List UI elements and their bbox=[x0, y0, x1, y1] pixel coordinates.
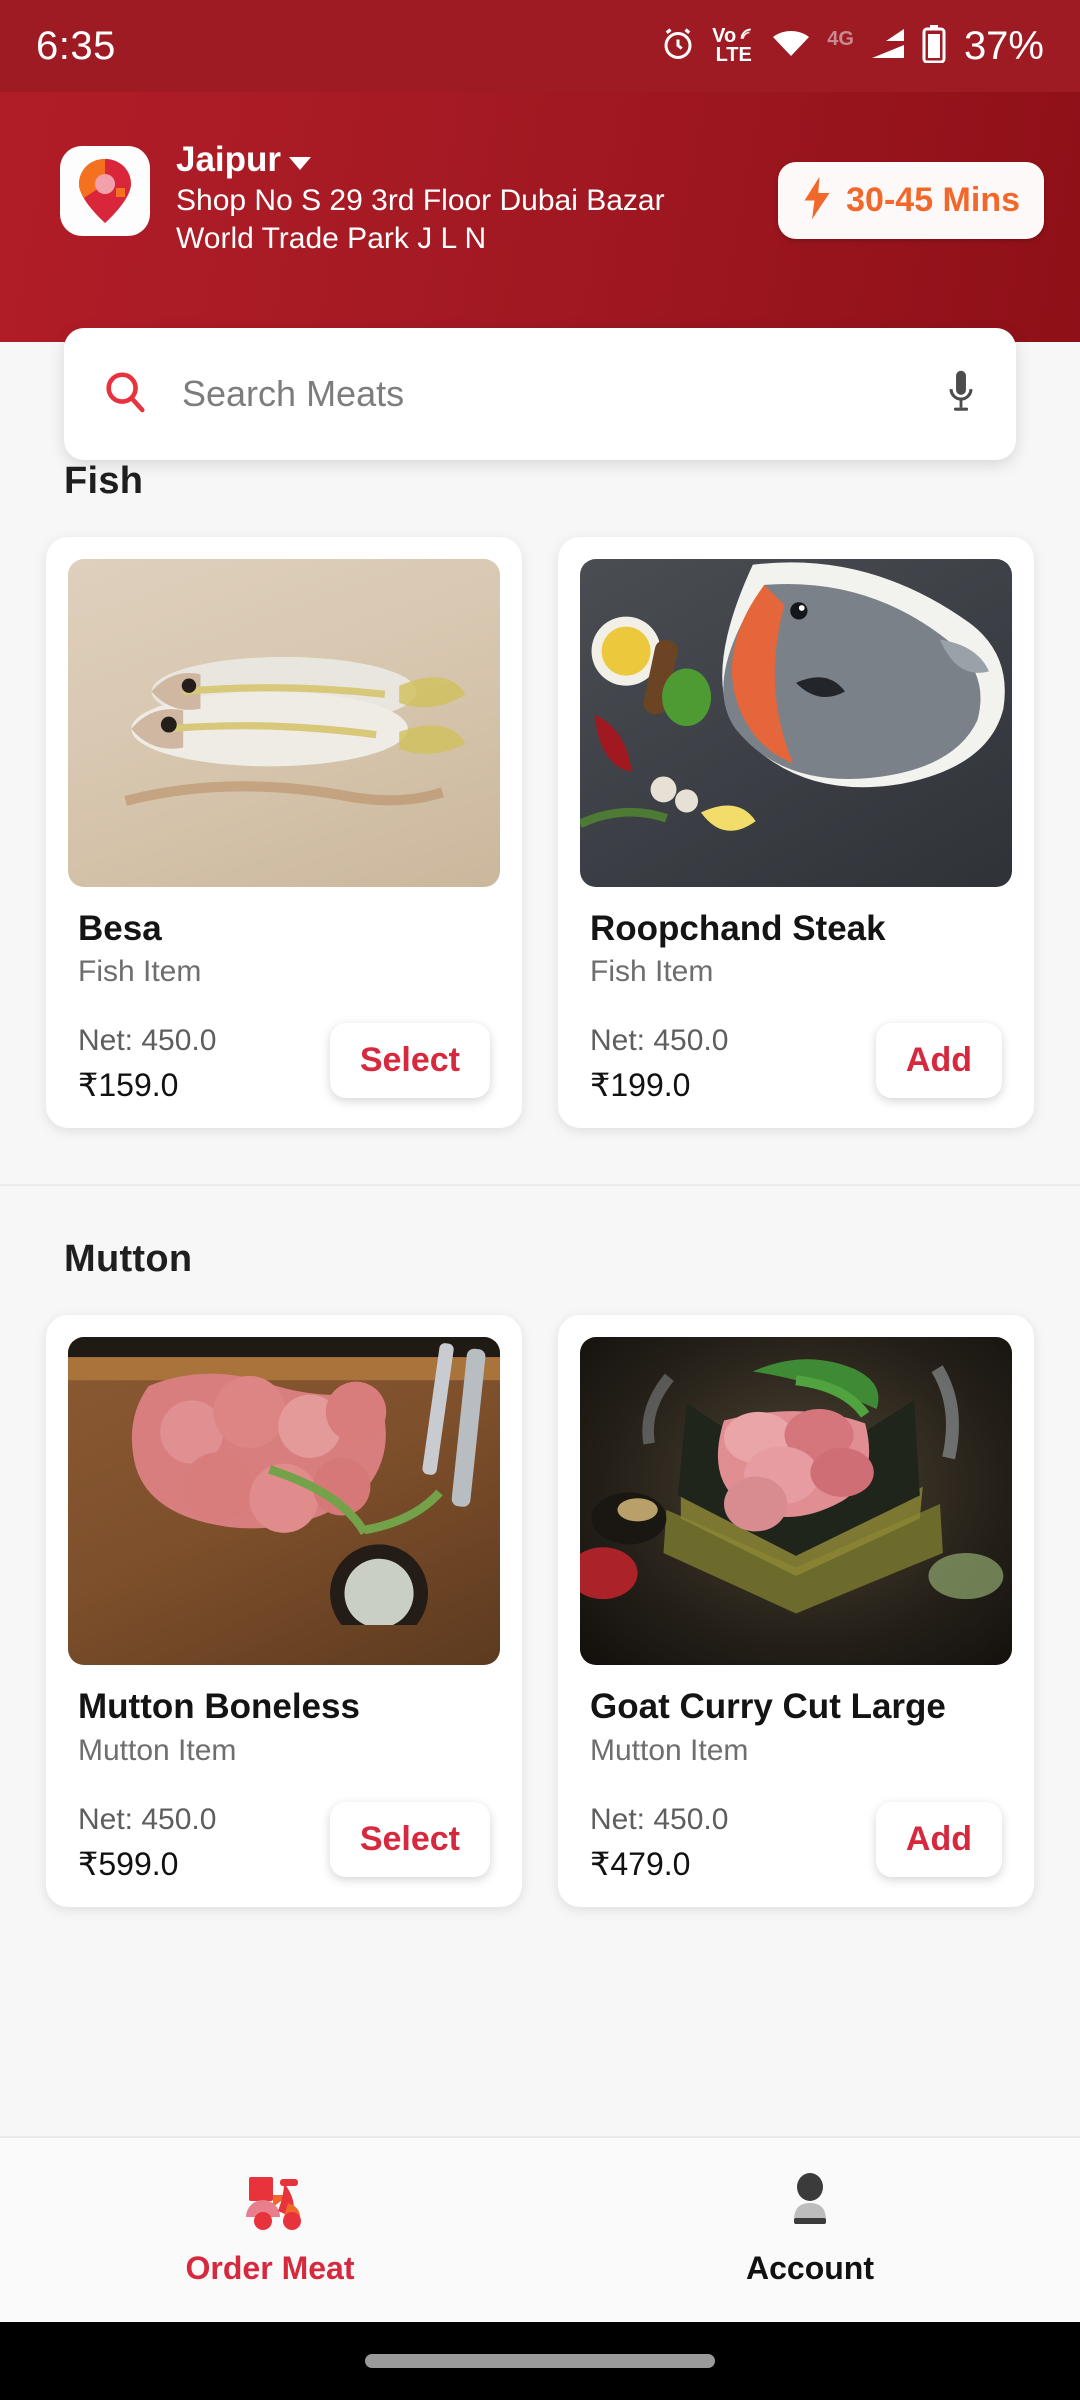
product-card[interactable]: Roopchand Steak Fish Item Net: 450.0 ₹19… bbox=[558, 537, 1034, 1129]
alarm-icon bbox=[660, 26, 696, 67]
lightning-bolt-icon bbox=[802, 176, 832, 225]
system-gesture-bar bbox=[0, 2322, 1080, 2400]
product-category: Fish Item bbox=[590, 955, 714, 989]
product-card[interactable]: Besa Fish Item Net: 450.0 ₹159.0 Select bbox=[46, 537, 522, 1129]
location-address: Shop No S 29 3rd Floor Dubai Bazar World… bbox=[176, 184, 665, 255]
battery-percent-label: 37% bbox=[963, 23, 1044, 68]
search-icon bbox=[102, 369, 148, 420]
microphone-icon[interactable] bbox=[944, 369, 978, 420]
product-action-button[interactable]: Select bbox=[329, 1801, 490, 1877]
section-fish: Fish Besa Fish Item Net: 450.0 ₹159.0 Se… bbox=[0, 408, 1080, 1185]
search-bar[interactable]: Search Meats bbox=[64, 328, 1016, 460]
nav-item-account[interactable]: Account bbox=[540, 2173, 1080, 2287]
app-header: Jaipur Shop No S 29 3rd Floor Dubai Baza… bbox=[0, 92, 1080, 342]
product-card[interactable]: Goat Curry Cut Large Mutton Item Net: 45… bbox=[558, 1315, 1034, 1907]
chevron-down-icon[interactable] bbox=[289, 156, 312, 170]
search-bar-container: Search Meats bbox=[64, 328, 1016, 460]
product-net-weight: Net: 450.0 bbox=[78, 1024, 217, 1058]
product-category: Mutton Item bbox=[78, 1733, 237, 1767]
section-mutton: Mutton Mutton Boneless Mutton Item Net: … bbox=[0, 1184, 1080, 1963]
product-image bbox=[580, 559, 1012, 887]
location-block[interactable]: Jaipur Shop No S 29 3rd Floor Dubai Baza… bbox=[176, 140, 778, 257]
product-grid: Mutton Boneless Mutton Item Net: 450.0 ₹… bbox=[0, 1315, 1080, 1962]
product-net-weight: Net: 450.0 bbox=[590, 1024, 729, 1058]
wifi-icon bbox=[771, 29, 811, 64]
person-icon bbox=[779, 2173, 841, 2236]
product-image bbox=[580, 1337, 1012, 1666]
section-title: Mutton bbox=[64, 1238, 193, 1281]
product-price: ₹479.0 bbox=[590, 1845, 691, 1882]
signal-icon bbox=[866, 27, 906, 66]
gesture-pill[interactable] bbox=[365, 2354, 715, 2368]
product-image bbox=[68, 559, 500, 887]
network-type-label: 4G bbox=[827, 27, 854, 50]
product-category: Fish Item bbox=[78, 955, 202, 989]
product-price: ₹599.0 bbox=[78, 1845, 179, 1882]
status-bar: 6:35 Vo LTE 4G 37% bbox=[0, 0, 1080, 92]
product-image bbox=[68, 1337, 500, 1666]
product-category: Mutton Item bbox=[590, 1733, 749, 1767]
product-price: ₹159.0 bbox=[78, 1067, 179, 1104]
product-grid: Besa Fish Item Net: 450.0 ₹159.0 Select bbox=[0, 537, 1080, 1184]
product-net-weight: Net: 450.0 bbox=[78, 1802, 217, 1836]
product-sections: Fish Besa Fish Item Net: 450.0 ₹159.0 Se… bbox=[0, 342, 1080, 1963]
product-price: ₹199.0 bbox=[590, 1067, 691, 1104]
product-action-button[interactable]: Add bbox=[875, 1023, 1002, 1099]
product-name: Goat Curry Cut Large bbox=[590, 1687, 946, 1727]
product-name: Roopchand Steak bbox=[590, 909, 886, 948]
delivery-scooter-icon bbox=[234, 2173, 306, 2236]
product-name: Besa bbox=[78, 909, 162, 948]
location-city[interactable]: Jaipur bbox=[176, 140, 778, 180]
app-screen: 6:35 Vo LTE 4G 37% Jaipur Shop No S 29 3… bbox=[0, 0, 1080, 2400]
volte-icon: Vo LTE bbox=[712, 26, 755, 66]
battery-icon bbox=[922, 24, 946, 68]
nav-label-order-meat: Order Meat bbox=[185, 2250, 355, 2286]
eta-badge[interactable]: 30-45 Mins bbox=[778, 162, 1044, 239]
search-input[interactable]: Search Meats bbox=[182, 373, 944, 415]
product-action-button[interactable]: Add bbox=[875, 1801, 1002, 1877]
volte-label-bottom: LTE bbox=[715, 44, 752, 66]
nav-item-order-meat[interactable]: Order Meat bbox=[0, 2173, 540, 2287]
app-logo-icon bbox=[60, 146, 150, 236]
product-name: Mutton Boneless bbox=[78, 1687, 360, 1727]
eta-label: 30-45 Mins bbox=[846, 181, 1020, 219]
product-action-button[interactable]: Select bbox=[329, 1023, 490, 1099]
location-city-label: Jaipur bbox=[176, 140, 282, 179]
bottom-navigation: Order Meat Account bbox=[0, 2136, 1080, 2322]
nav-label-account: Account bbox=[746, 2250, 874, 2286]
product-card[interactable]: Mutton Boneless Mutton Item Net: 450.0 ₹… bbox=[46, 1315, 522, 1907]
status-bar-time: 6:35 bbox=[36, 23, 116, 68]
product-net-weight: Net: 450.0 bbox=[590, 1802, 729, 1836]
status-bar-icons: Vo LTE 4G 37% bbox=[660, 24, 1044, 69]
